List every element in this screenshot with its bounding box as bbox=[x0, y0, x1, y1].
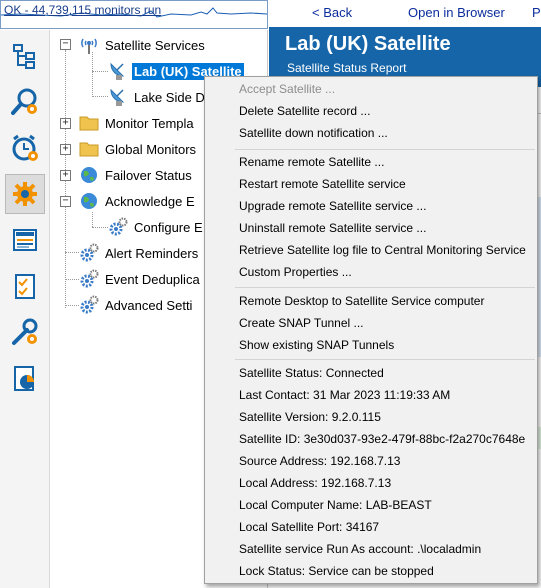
tree-item-failover-status[interactable]: Failover Status bbox=[79, 164, 194, 186]
open-in-browser-link[interactable]: Open in Browser bbox=[408, 5, 505, 20]
menu-item-remote-desktop[interactable]: Remote Desktop to Satellite Service comp… bbox=[239, 291, 484, 311]
menu-info-last-contact: Last Contact: 31 Mar 2023 11:19:33 AM bbox=[239, 388, 451, 402]
checklist-icon[interactable] bbox=[5, 266, 45, 306]
menu-info-source-address: Source Address: 192.168.7.13 bbox=[239, 454, 401, 468]
menu-item-retrieve-log[interactable]: Retrieve Satellite log file to Central M… bbox=[239, 240, 526, 260]
tree-item-label: Monitor Templa bbox=[105, 115, 194, 131]
menu-item-create-snap-tunnel[interactable]: Create SNAP Tunnel ... bbox=[239, 313, 364, 333]
tools-icon[interactable] bbox=[5, 312, 45, 352]
expand-icon[interactable]: + bbox=[60, 170, 71, 181]
gears-icon bbox=[79, 269, 99, 289]
menu-item-rename-satellite[interactable]: Rename remote Satellite ... bbox=[239, 152, 384, 172]
globe-icon bbox=[79, 165, 99, 185]
menu-item-upgrade-service[interactable]: Upgrade remote Satellite service ... bbox=[239, 196, 426, 216]
tree-item-satellite-services[interactable]: Satellite Services bbox=[79, 34, 207, 56]
satellite-dish-icon bbox=[108, 61, 128, 81]
tree-connector-line bbox=[65, 305, 79, 306]
menu-info-satellite-status: Satellite Status: Connected bbox=[239, 366, 384, 380]
menu-separator bbox=[235, 287, 535, 288]
menu-info-computer-name: Local Computer Name: LAB-BEAST bbox=[239, 498, 432, 512]
tree-item-label: Event Deduplica bbox=[105, 271, 200, 287]
back-link[interactable]: < Back bbox=[312, 5, 352, 20]
tree-item-event-deduplication[interactable]: Event Deduplica bbox=[79, 268, 202, 290]
tree-item-label: Configure E bbox=[134, 219, 203, 235]
report-nav-bar: < Back Open in Browser P bbox=[269, 0, 541, 27]
tree-item-label: Alert Reminders bbox=[105, 245, 199, 261]
menu-item-show-snap-tunnels[interactable]: Show existing SNAP Tunnels bbox=[239, 335, 394, 355]
gears-icon bbox=[108, 217, 128, 237]
menu-item-delete-satellite[interactable]: Delete Satellite record ... bbox=[239, 101, 370, 121]
menu-separator bbox=[235, 149, 535, 150]
tree-connector-line bbox=[92, 71, 108, 72]
left-toolbar bbox=[0, 30, 50, 588]
tree-item-monitor-templates[interactable]: Monitor Templa bbox=[79, 112, 196, 134]
menu-separator bbox=[235, 359, 535, 360]
tree-item-label: Global Monitors bbox=[105, 141, 197, 157]
report-chart-icon[interactable] bbox=[5, 358, 45, 398]
report-subtitle: Satellite Status Report bbox=[287, 61, 407, 75]
monitor-status-link[interactable]: OK - 44,739,115 monitors run bbox=[4, 3, 161, 17]
satellite-context-menu: Accept Satellite ... Delete Satellite re… bbox=[204, 76, 538, 584]
menu-info-satellite-version: Satellite Version: 9.2.0.115 bbox=[239, 410, 381, 424]
tree-connector-line bbox=[92, 227, 108, 228]
gears-icon bbox=[79, 243, 99, 263]
menu-info-lock-status: Lock Status: Service can be stopped bbox=[239, 564, 434, 578]
status-strip: OK - 44,739,115 monitors run bbox=[0, 0, 268, 29]
tree-item-acknowledge[interactable]: Acknowledge E bbox=[79, 190, 197, 212]
tree-connector-line bbox=[92, 52, 93, 97]
folder-icon bbox=[79, 113, 99, 133]
tree-item-label: Satellite Services bbox=[105, 37, 205, 53]
menu-info-satellite-port: Local Satellite Port: 34167 bbox=[239, 520, 380, 534]
menu-item-accept-satellite: Accept Satellite ... bbox=[239, 82, 336, 96]
tree-connector-line bbox=[92, 212, 93, 227]
expand-icon[interactable]: + bbox=[60, 144, 71, 155]
tree-item-label: Acknowledge E bbox=[105, 193, 195, 209]
tree-item-lake-side[interactable]: Lake Side D bbox=[108, 86, 207, 108]
collapse-icon[interactable]: − bbox=[60, 39, 71, 50]
tree-connector-line bbox=[65, 279, 79, 280]
satellite-antenna-icon bbox=[79, 35, 99, 55]
gear-settings-icon[interactable] bbox=[5, 174, 45, 214]
satellite-dish-icon bbox=[108, 87, 128, 107]
menu-item-uninstall-service[interactable]: Uninstall remote Satellite service ... bbox=[239, 218, 426, 238]
tree-item-advanced-settings[interactable]: Advanced Setti bbox=[79, 294, 194, 316]
tree-connector-line bbox=[65, 252, 79, 253]
tree-item-label: Lake Side D bbox=[134, 89, 205, 105]
tree-item-configure[interactable]: Configure E bbox=[108, 216, 205, 238]
globe-icon bbox=[79, 191, 99, 211]
menu-item-down-notification[interactable]: Satellite down notification ... bbox=[239, 123, 388, 143]
expand-icon[interactable]: + bbox=[60, 118, 71, 129]
menu-item-restart-service[interactable]: Restart remote Satellite service bbox=[239, 174, 406, 194]
tree-item-global-monitors[interactable]: Global Monitors bbox=[79, 138, 198, 160]
tree-item-label: Failover Status bbox=[105, 167, 192, 183]
tree-item-label: Advanced Setti bbox=[105, 297, 193, 313]
menu-info-run-as-account: Satellite service Run As account: .\loca… bbox=[239, 542, 482, 556]
gears-icon bbox=[79, 295, 99, 315]
tree-item-alert-reminders[interactable]: Alert Reminders bbox=[79, 242, 200, 264]
folder-icon bbox=[79, 139, 99, 159]
alarm-clock-icon[interactable] bbox=[5, 128, 45, 168]
news-icon[interactable] bbox=[5, 220, 45, 260]
menu-item-custom-properties[interactable]: Custom Properties ... bbox=[239, 262, 352, 282]
tree-structure-icon[interactable] bbox=[5, 36, 45, 76]
report-title: Lab (UK) Satellite bbox=[285, 33, 451, 55]
collapse-icon[interactable]: − bbox=[60, 196, 71, 207]
print-link[interactable]: P bbox=[532, 5, 541, 20]
menu-info-local-address: Local Address: 192.168.7.13 bbox=[239, 476, 392, 490]
menu-info-satellite-id: Satellite ID: 3e30d037-93e2-479f-88bc-f2… bbox=[239, 432, 526, 446]
tree-connector-line bbox=[92, 96, 108, 97]
search-settings-icon[interactable] bbox=[5, 82, 45, 122]
